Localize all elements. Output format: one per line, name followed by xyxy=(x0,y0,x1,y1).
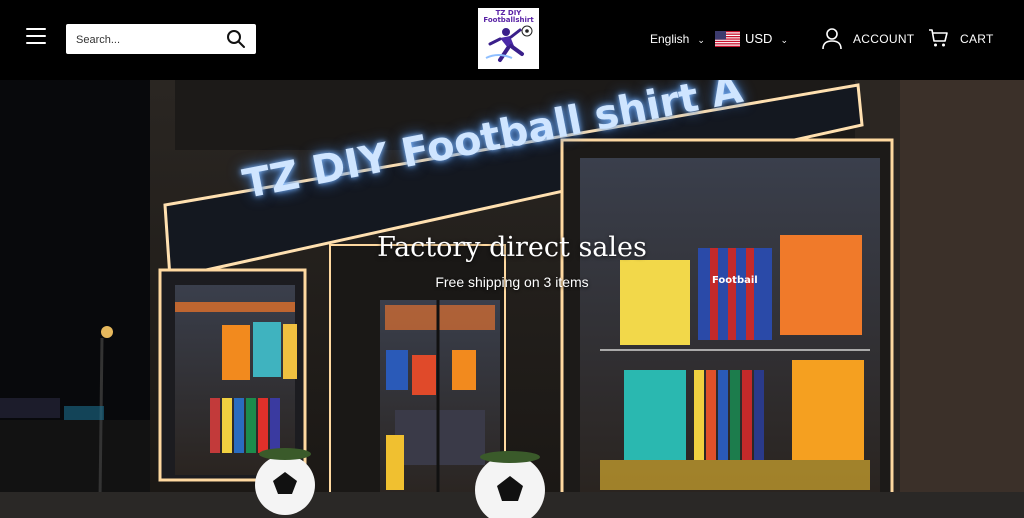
user-icon xyxy=(822,28,842,50)
cart-icon xyxy=(929,29,948,47)
cart-label: CART xyxy=(960,32,994,46)
hero-title: Factory direct sales xyxy=(377,232,647,263)
search-icon[interactable] xyxy=(226,29,246,49)
hero-banner[interactable]: TZ DIY Football shirt A Footbail Factory… xyxy=(0,80,1024,518)
us-flag-icon[interactable] xyxy=(715,31,740,47)
chevron-down-icon: ⌄ xyxy=(780,35,788,45)
site-header: TZ DIY Footballshirt English ⌄ USD ⌄ ACCOU… xyxy=(0,0,1024,80)
language-label: English xyxy=(650,32,690,46)
hamburger-icon[interactable] xyxy=(26,28,46,46)
currency-label: USD xyxy=(745,31,773,46)
account-label: ACCOUNT xyxy=(853,32,915,46)
footballer-logo-icon xyxy=(485,25,533,62)
language-selector[interactable]: English ⌄ xyxy=(650,32,705,46)
currency-selector[interactable]: USD ⌄ xyxy=(745,31,788,46)
search-input[interactable] xyxy=(74,30,218,50)
site-logo[interactable]: TZ DIY Footballshirt xyxy=(478,8,539,69)
hero-subtitle: Free shipping on 3 items xyxy=(435,274,589,290)
search-bar xyxy=(66,24,256,54)
chevron-down-icon: ⌄ xyxy=(697,35,705,45)
